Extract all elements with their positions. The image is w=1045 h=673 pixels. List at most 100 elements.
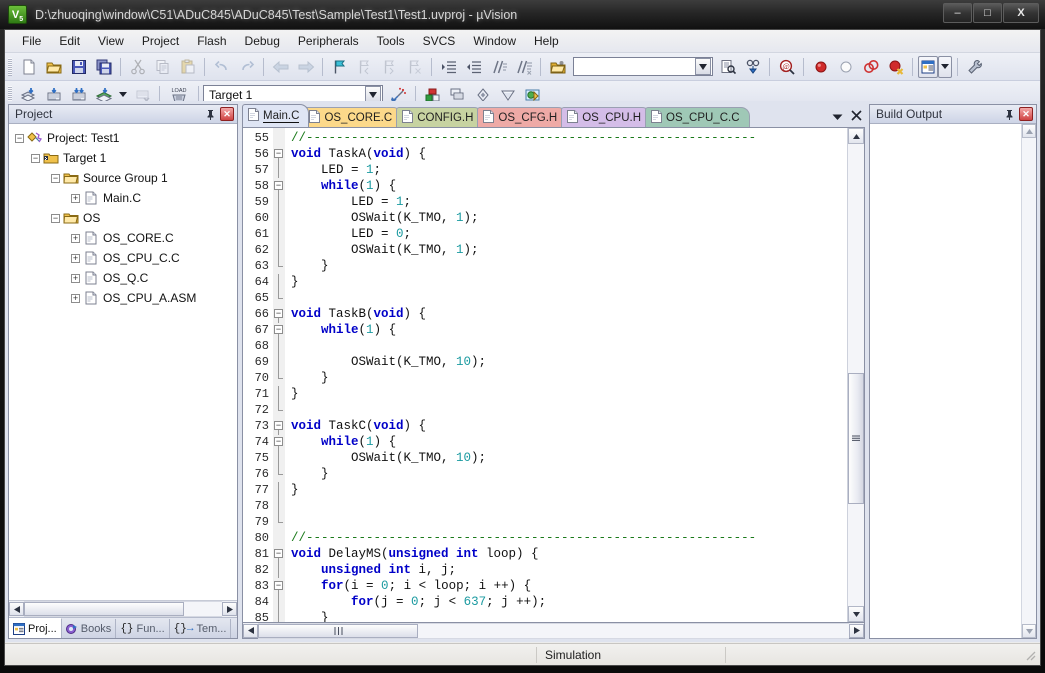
- code-line[interactable]: [291, 402, 847, 418]
- project-hscrollbar[interactable]: [9, 600, 237, 617]
- fold-marker[interactable]: [273, 290, 285, 306]
- indent-increase-icon[interactable]: [437, 56, 460, 78]
- code-line[interactable]: OSWait(K_TMO, 1);: [291, 242, 847, 258]
- code-text[interactable]: //--------------------------------------…: [285, 128, 847, 622]
- code-line[interactable]: void TaskC(void) {: [291, 418, 847, 434]
- uncomment-lines-icon[interactable]: [512, 56, 535, 78]
- code-line[interactable]: while(1) {: [291, 322, 847, 338]
- fold-marker[interactable]: [273, 242, 285, 258]
- code-line[interactable]: OSWait(K_TMO, 1);: [291, 210, 847, 226]
- new-file-icon[interactable]: [17, 56, 40, 78]
- kill-all-breakpoints-icon[interactable]: [859, 56, 882, 78]
- tree-item-os-cpu-c-c[interactable]: + OS_CPU_C.C: [9, 248, 237, 268]
- fold-marker[interactable]: [273, 466, 285, 482]
- editor-tab-main-c[interactable]: Main.C: [242, 104, 309, 127]
- indent-decrease-icon[interactable]: [462, 56, 485, 78]
- scroll-up-arrow[interactable]: [1022, 124, 1036, 138]
- code-line[interactable]: }: [291, 610, 847, 622]
- target-combo-value[interactable]: Target 1: [204, 88, 365, 102]
- fold-marker[interactable]: [273, 338, 285, 354]
- fold-marker[interactable]: [273, 162, 285, 178]
- code-line[interactable]: unsigned int i, j;: [291, 562, 847, 578]
- code-line[interactable]: [291, 338, 847, 354]
- bookmark-next-icon[interactable]: [378, 56, 401, 78]
- chevron-down-icon[interactable]: [832, 110, 843, 124]
- lookup-help-icon[interactable]: @: [775, 56, 798, 78]
- bookmark-prev-icon[interactable]: [353, 56, 376, 78]
- fold-marker[interactable]: [273, 562, 285, 578]
- undo-icon[interactable]: [210, 56, 233, 78]
- tab-functions[interactable]: {} Fun...: [116, 619, 169, 638]
- save-all-icon[interactable]: [92, 56, 115, 78]
- code-line[interactable]: void DelayMS(unsigned int loop) {: [291, 546, 847, 562]
- open-folder-icon[interactable]: [546, 56, 569, 78]
- code-line[interactable]: //--------------------------------------…: [291, 530, 847, 546]
- editor-tab-os-core-c[interactable]: OS_CORE.C: [303, 107, 402, 127]
- tree-item-os-group[interactable]: − OS: [9, 208, 237, 228]
- configuration-wizard-icon[interactable]: [963, 56, 986, 78]
- navigate-forward-icon[interactable]: [294, 56, 317, 78]
- scroll-right-arrow[interactable]: [849, 624, 864, 638]
- fold-marker[interactable]: [273, 194, 285, 210]
- scroll-track[interactable]: [258, 623, 849, 639]
- cut-icon[interactable]: [126, 56, 149, 78]
- fold-marker[interactable]: [273, 258, 285, 274]
- fold-marker[interactable]: −: [273, 578, 285, 594]
- code-line[interactable]: LED = 1;: [291, 162, 847, 178]
- fold-marker[interactable]: −: [273, 546, 285, 562]
- code-line[interactable]: void TaskB(void) {: [291, 306, 847, 322]
- code-line[interactable]: LED = 1;: [291, 194, 847, 210]
- scroll-up-arrow[interactable]: [848, 128, 864, 144]
- find-in-files-icon[interactable]: [716, 56, 739, 78]
- code-line[interactable]: }: [291, 482, 847, 498]
- tree-item-main-c[interactable]: + Main.C: [9, 188, 237, 208]
- fold-marker[interactable]: [273, 130, 285, 146]
- scroll-down-arrow[interactable]: [1022, 624, 1036, 638]
- menu-file[interactable]: File: [13, 31, 50, 51]
- scroll-track[interactable]: [24, 601, 222, 617]
- fold-marker[interactable]: [273, 274, 285, 290]
- tab-templates[interactable]: {}→ Tem...: [170, 619, 232, 638]
- code-line[interactable]: }: [291, 370, 847, 386]
- tree-item-target[interactable]: − Target 1: [9, 148, 237, 168]
- disable-breakpoint-icon[interactable]: [834, 56, 857, 78]
- fold-marker[interactable]: [273, 450, 285, 466]
- menu-svcs[interactable]: SVCS: [414, 31, 465, 51]
- code-line[interactable]: OSWait(K_TMO, 10);: [291, 354, 847, 370]
- menu-view[interactable]: View: [89, 31, 133, 51]
- goto-next-match-icon[interactable]: [741, 56, 764, 78]
- editor-tab-config-h[interactable]: CONFIG.H: [396, 107, 483, 127]
- close-icon[interactable]: [851, 110, 862, 124]
- expander-icon[interactable]: −: [51, 174, 60, 183]
- code-body[interactable]: 5556575859606162636465666768697071727374…: [243, 128, 847, 622]
- tree-item-os-core-c[interactable]: + OS_CORE.C: [9, 228, 237, 248]
- tree-item-os-cpu-a-asm[interactable]: + OS_CPU_A.ASM: [9, 288, 237, 308]
- save-icon[interactable]: [67, 56, 90, 78]
- bookmark-clear-icon[interactable]: [403, 56, 426, 78]
- expander-icon[interactable]: −: [15, 134, 24, 143]
- tree-item-os-q-c[interactable]: + OS_Q.C: [9, 268, 237, 288]
- code-line[interactable]: while(1) {: [291, 434, 847, 450]
- fold-marker[interactable]: [273, 610, 285, 622]
- code-line[interactable]: for(i = 0; i < loop; i ++) {: [291, 578, 847, 594]
- code-line[interactable]: while(1) {: [291, 178, 847, 194]
- find-combo-arrow[interactable]: [695, 58, 711, 75]
- code-folding-margin[interactable]: −−−−−−−−: [273, 128, 285, 622]
- tab-project[interactable]: Proj...: [9, 618, 62, 638]
- fold-marker[interactable]: [273, 226, 285, 242]
- pin-icon[interactable]: [1002, 107, 1016, 121]
- expander-icon[interactable]: +: [71, 254, 80, 263]
- expander-icon[interactable]: +: [71, 274, 80, 283]
- fold-marker[interactable]: −: [273, 306, 285, 322]
- insert-breakpoint-icon[interactable]: [809, 56, 832, 78]
- scroll-right-arrow[interactable]: [222, 602, 237, 616]
- scroll-left-arrow[interactable]: [243, 624, 258, 638]
- disable-all-breakpoints-icon[interactable]: [884, 56, 907, 78]
- build-output-text[interactable]: [870, 124, 1021, 638]
- scroll-thumb[interactable]: [848, 373, 864, 504]
- code-line[interactable]: OSWait(K_TMO, 10);: [291, 450, 847, 466]
- open-file-icon[interactable]: [42, 56, 65, 78]
- editor-hscrollbar[interactable]: [242, 623, 865, 639]
- menu-edit[interactable]: Edit: [50, 31, 89, 51]
- fold-marker[interactable]: −: [273, 418, 285, 434]
